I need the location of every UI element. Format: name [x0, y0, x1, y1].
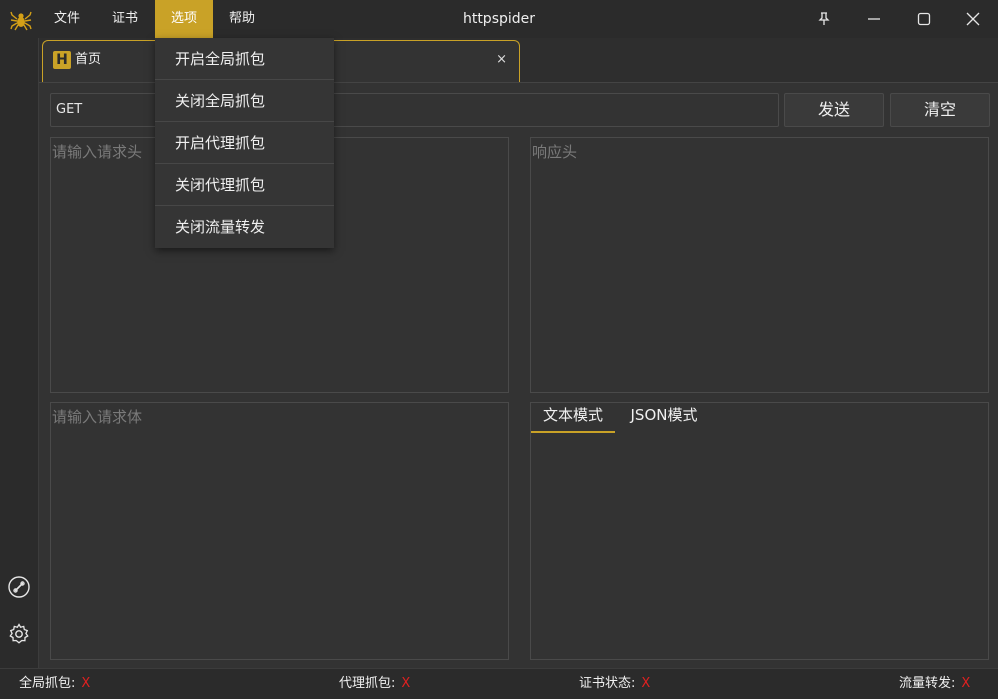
traffic-forward-value: X: [961, 676, 971, 691]
status-bar: 全局抓包: X 代理抓包: X 证书状态: X 流量转发: X: [0, 668, 998, 699]
cert-status-value: X: [641, 676, 651, 691]
response-headers-placeholder: 响应头: [532, 143, 578, 161]
minimize-icon[interactable]: [851, 0, 897, 38]
gear-icon[interactable]: [7, 622, 31, 646]
link-icon[interactable]: [7, 575, 31, 599]
global-capture-value: X: [81, 676, 91, 691]
status-proxy-capture: 代理抓包: X: [339, 669, 410, 699]
tab-text-mode[interactable]: 文本模式: [531, 403, 615, 433]
menu-item-disable-traffic-forward[interactable]: 关闭流量转发: [155, 207, 334, 248]
menu-item-enable-global-capture[interactable]: 开启全局抓包: [155, 39, 334, 80]
response-body-panel: 文本模式 JSON模式: [530, 402, 989, 660]
tab-label: 首页: [75, 52, 102, 67]
sidebar: [0, 38, 39, 668]
status-certificate: 证书状态: X: [579, 669, 650, 699]
clear-button[interactable]: 清空: [890, 93, 990, 127]
menu-file[interactable]: 文件: [40, 0, 94, 38]
status-traffic-forward: 流量转发: X: [899, 669, 970, 699]
menu-certificate[interactable]: 证书: [98, 0, 152, 38]
close-icon[interactable]: [950, 0, 996, 38]
request-body-placeholder: 请输入请求体: [52, 408, 143, 426]
method-value: GET: [56, 102, 83, 117]
menu-item-disable-proxy-capture[interactable]: 关闭代理抓包: [155, 165, 334, 206]
menu-item-enable-proxy-capture[interactable]: 开启代理抓包: [155, 123, 334, 164]
pin-icon[interactable]: [801, 0, 847, 38]
menu-item-disable-global-capture[interactable]: 关闭全局抓包: [155, 81, 334, 122]
cert-status-label: 证书状态:: [579, 676, 636, 691]
response-headers-output[interactable]: 响应头: [530, 137, 989, 393]
status-global-capture: 全局抓包: X: [19, 669, 90, 699]
request-body-input[interactable]: 请输入请求体: [50, 402, 509, 660]
tab-logo-icon: H: [53, 51, 71, 69]
maximize-icon[interactable]: [901, 0, 947, 38]
proxy-capture-label: 代理抓包:: [339, 676, 396, 691]
title-bar: 文件 证书 选项 帮助 httpspider: [0, 0, 998, 38]
traffic-forward-label: 流量转发:: [899, 676, 956, 691]
menu-help[interactable]: 帮助: [216, 0, 268, 38]
tab-json-mode[interactable]: JSON模式: [619, 403, 709, 431]
global-capture-label: 全局抓包:: [19, 676, 76, 691]
proxy-capture-value: X: [401, 676, 411, 691]
options-dropdown: 开启全局抓包 关闭全局抓包 开启代理抓包 关闭代理抓包 关闭流量转发: [155, 38, 334, 248]
send-button[interactable]: 发送: [784, 93, 884, 127]
tab-close-icon[interactable]: ×: [496, 51, 507, 69]
menu-options[interactable]: 选项: [155, 0, 213, 38]
request-headers-placeholder: 请输入请求头: [52, 143, 143, 161]
spider-logo-icon: [9, 8, 33, 32]
